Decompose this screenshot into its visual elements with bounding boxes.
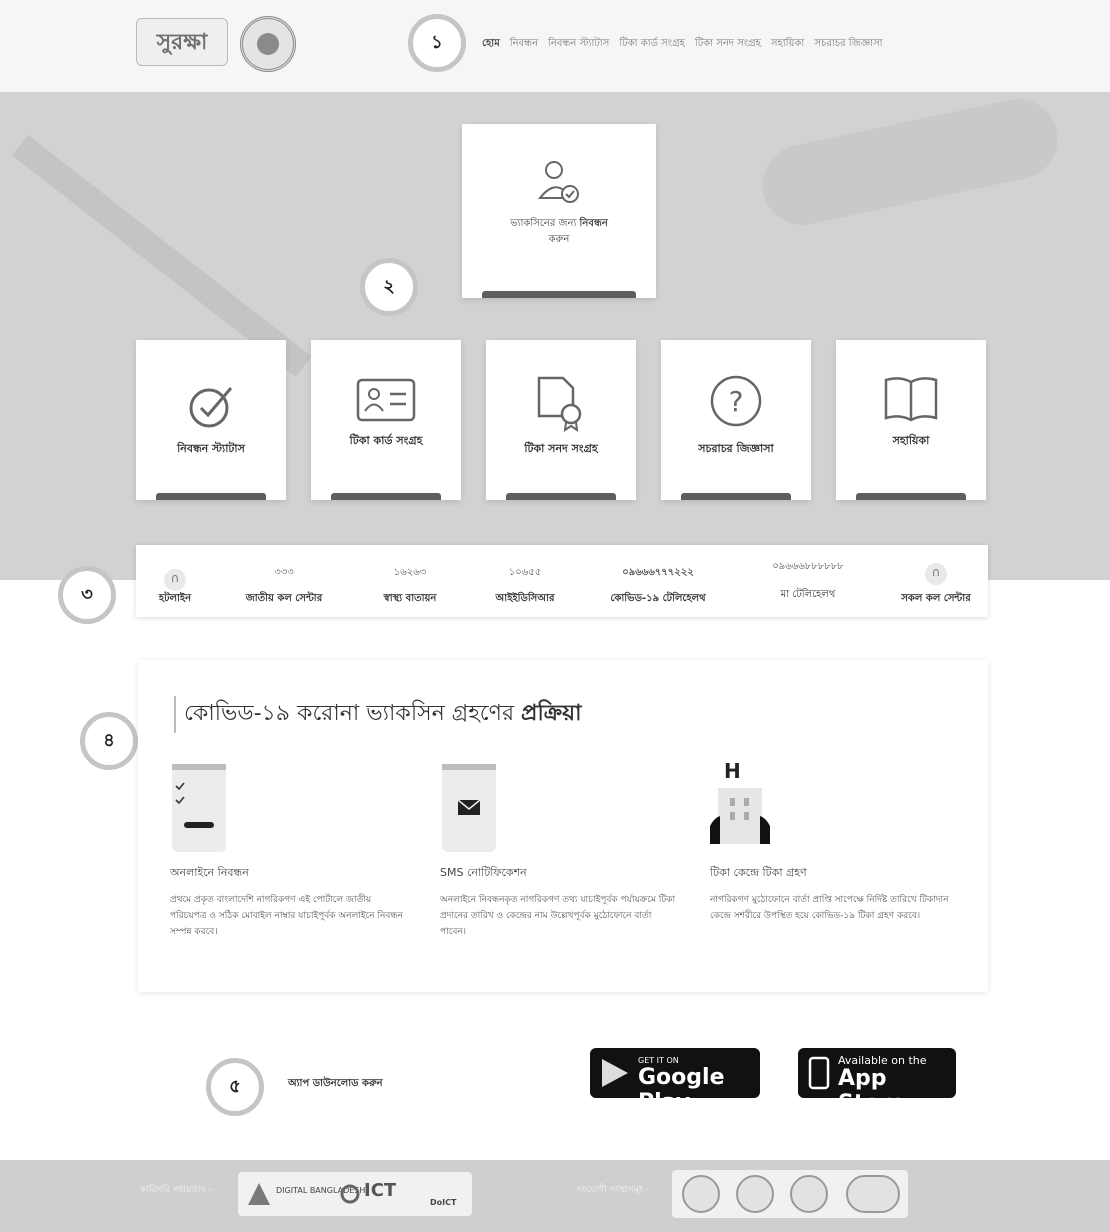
nav-guide[interactable]: সহায়িকা (771, 36, 804, 53)
step-marker-4: ৪ (80, 712, 138, 770)
register-card[interactable]: ভ্যাকসিনের জন্য নিবন্ধন করুন (462, 124, 656, 298)
tech-support-logos: DIGITAL BANGLADESH ICT DoICT (238, 1172, 472, 1216)
vaccine-process-section: কোভিড-১৯ করোনা ভ্যাকসিন গ্রহণের প্রক্রিয… (138, 660, 988, 992)
tile-vaccine-card[interactable]: টিকা কার্ড সংগ্রহ (311, 340, 461, 500)
nav-register[interactable]: নিবন্ধন (510, 36, 538, 53)
step-title: SMS নোটিফিকেশন (440, 866, 527, 879)
helpline-hotline[interactable]: হটলাইন (136, 545, 214, 617)
check-circle-icon (189, 387, 233, 428)
phone-checklist-icon (172, 764, 226, 852)
phone-outline-icon (808, 1056, 830, 1090)
helpline-item[interactable]: ০৯৬৬৬৮৮৮৮৮৮ মা টেলিহেলথ (732, 545, 884, 617)
svg-text:?: ? (729, 385, 744, 418)
nav-vaccine-card[interactable]: টিকা কার্ড সংগ্রহ (619, 36, 684, 53)
phone-envelope-icon (442, 764, 496, 852)
step-description: নাগরিকগণ মুঠোফোনে বার্তা প্রাপ্তি সাপেক্… (710, 895, 949, 921)
id-card-icon (356, 378, 416, 422)
svg-text:H: H (724, 759, 741, 783)
step-title: টিকা কেন্দ্রে টিকা গ্রহণ (710, 866, 807, 879)
step-description: প্রথমে প্রকৃত বাংলাদেশি নাগরিকগণ এই পোর্… (170, 895, 403, 937)
partner-seal-icon (846, 1175, 900, 1213)
partner-label: সহযোগী সংস্থাসমূহ - (576, 1185, 650, 1195)
helpline-item[interactable]: ০৯৬৬৬৭৭৭২২২ কোভিড-১৯ টেলিহেলথ (584, 545, 732, 617)
partner-logos (672, 1170, 908, 1218)
helpline-bar: হটলাইন ৩৩৩ জাতীয় কল সেন্টার ১৬২৬৩ স্বাস… (136, 545, 988, 617)
app-store-button[interactable]: Available on the App Store (798, 1048, 956, 1116)
tile-guide[interactable]: সহায়িকা (836, 340, 986, 500)
hospital-icon: H (710, 759, 770, 844)
app-download-label: অ্যাপ ডাউনলোড করুন (288, 1078, 383, 1089)
surokkha-logo[interactable]: সুরক্ষা (136, 18, 228, 66)
headset-icon (925, 563, 947, 585)
nav-faq[interactable]: সচরাচর জিজ্ঞাসা (814, 36, 882, 53)
card-accent-bar (331, 493, 441, 500)
tile-label: নিবন্ধন স্ট্যাটাস (177, 442, 245, 455)
step-marker-3: ৩ (58, 566, 116, 624)
main-nav: হোম নিবন্ধন নিবন্ধন স্ট্যাটাস টিকা কার্ড… (482, 36, 883, 53)
tile-label: টিকা সনদ সংগ্রহ (524, 442, 598, 455)
google-play-button[interactable]: GET IT ON Google Play (590, 1048, 760, 1115)
card-accent-bar (156, 493, 266, 500)
helpline-item[interactable]: ১০৬৫৫ আইইডিসিআর (466, 545, 584, 617)
step-marker-5: ৫ (206, 1058, 264, 1116)
register-bold-label: নিবন্ধন (579, 218, 608, 229)
partner-seal-icon (790, 1175, 828, 1213)
helpline-item[interactable]: ৩৩৩ জাতীয় কল সেন্টার (214, 545, 354, 617)
card-accent-bar (856, 493, 966, 500)
partner-seal-icon (736, 1175, 774, 1213)
helpline-item[interactable]: ১৬২৬৩ স্বাস্থ্য বাতায়ন (354, 545, 466, 617)
step-marker-2: ২ (360, 258, 418, 316)
tech-support-label: কারিগরি সহায়তায় - (140, 1185, 213, 1195)
nav-register-status[interactable]: নিবন্ধন স্ট্যাটাস (548, 36, 609, 53)
tile-vaccine-certificate[interactable]: টিকা সনদ সংগ্রহ (486, 340, 636, 500)
hero-decoration (754, 92, 1066, 233)
register-card-text: ভ্যাকসিনের জন্য নিবন্ধন করুন (510, 218, 608, 245)
card-accent-bar (681, 493, 791, 500)
tile-registration-status[interactable]: নিবন্ধন স্ট্যাটাস (136, 340, 286, 500)
partner-seal-icon (682, 1175, 720, 1213)
helpline-all-centers[interactable]: সকল কল সেন্টার (884, 545, 988, 617)
tile-faq[interactable]: ? সচরাচর জিজ্ঞাসা (661, 340, 811, 500)
card-accent-bar (506, 493, 616, 500)
nav-vaccine-certificate[interactable]: টিকা সনদ সংগ্রহ (695, 36, 761, 53)
site-header: সুরক্ষা ১ হোম নিবন্ধন নিবন্ধন স্ট্যাটাস … (0, 0, 1110, 92)
card-accent-bar (482, 291, 636, 298)
play-store-icon (602, 1059, 628, 1087)
step-marker-1: ১ (408, 14, 466, 72)
headset-icon (164, 569, 186, 591)
site-footer: কারিগরি সহায়তায় - DIGITAL BANGLADESH I… (0, 1160, 1110, 1232)
tile-label: টিকা কার্ড সংগ্রহ (349, 434, 423, 447)
tile-label: সহায়িকা (892, 434, 930, 447)
question-icon: ? (710, 375, 762, 427)
book-icon (884, 377, 938, 422)
process-title: কোভিড-১৯ করোনা ভ্যাকসিন গ্রহণের প্রক্রিয… (174, 696, 582, 733)
ict-division-icon (340, 1184, 360, 1204)
government-seal-logo (240, 16, 296, 72)
step-description: অনলাইনে নিবন্ধনকৃত নাগরিকগণ তথ্য যাচাইপূ… (440, 895, 676, 937)
nav-home[interactable]: হোম (482, 36, 500, 53)
tile-label: সচরাচর জিজ্ঞাসা (698, 442, 774, 455)
user-check-icon (537, 161, 579, 203)
digital-bangladesh-icon (248, 1183, 270, 1205)
certificate-icon (537, 376, 582, 432)
step-title: অনলাইনে নিবন্ধন (170, 866, 249, 879)
